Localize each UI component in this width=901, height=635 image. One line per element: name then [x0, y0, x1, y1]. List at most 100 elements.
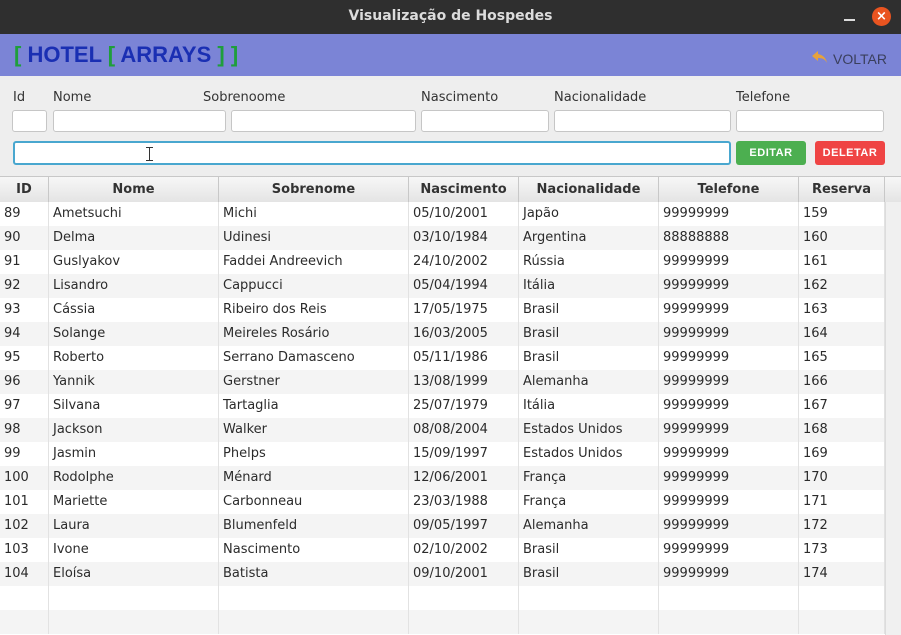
column-header-reserva[interactable]: Reserva [799, 177, 885, 202]
cell-nacionalidade: Brasil [519, 562, 659, 586]
cell-nacionalidade: Argentina [519, 226, 659, 250]
cell-sobrenome: Phelps [219, 442, 409, 466]
edit-button[interactable]: EDITAR [736, 141, 806, 165]
table-row[interactable]: 102 Laura Blumenfeld 09/05/1997 Alemanha 9999… [0, 514, 885, 538]
cell-nacionalidade: Brasil [519, 322, 659, 346]
cell-nascimento: 17/05/1975 [409, 298, 519, 322]
table-row[interactable]: 93 Cássia Ribeiro dos Reis 17/05/1975 Brasil… [0, 298, 885, 322]
table-row[interactable]: 90 Delma Udinesi 03/10/1984 Argentina 8888888… [0, 226, 885, 250]
column-header-id[interactable]: ID [0, 177, 49, 202]
cell-nome: Jasmin [49, 442, 219, 466]
cell-nacionalidade: Rússia [519, 250, 659, 274]
cell-id: 97 [0, 394, 49, 418]
table-row[interactable]: 91 Guslyakov Faddei Andreevich 24/10/2002 Rú… [0, 250, 885, 274]
table-row[interactable]: 89 Ametsuchi Michi 05/10/2001 Japão 99999999 1… [0, 202, 885, 226]
cell-sobrenome [219, 586, 409, 610]
cell-telefone: 99999999 [659, 442, 799, 466]
column-header-telefone[interactable]: Telefone [659, 177, 799, 202]
cell-id: 99 [0, 442, 49, 466]
cell-telefone: 99999999 [659, 202, 799, 226]
cell-id: 102 [0, 514, 49, 538]
search-input[interactable] [13, 141, 731, 165]
cell-nascimento: 09/05/1997 [409, 514, 519, 538]
logo-word-hotel: HOTEL [27, 42, 102, 67]
nacionalidade-label: Nacionalidade [554, 90, 647, 105]
table-row[interactable]: 94 Solange Meireles Rosário 16/03/2005 Brasi… [0, 322, 885, 346]
table-row[interactable]: 103 Ivone Nascimento 02/10/2002 Brasil 999999… [0, 538, 885, 562]
cell-nascimento: 25/07/1979 [409, 394, 519, 418]
cell-nacionalidade: Brasil [519, 346, 659, 370]
table-row[interactable]: 99 Jasmin Phelps 15/09/1997 Estados Unidos 99… [0, 442, 885, 466]
cell-nome: Laura [49, 514, 219, 538]
table-row[interactable]: 97 Silvana Tartaglia 25/07/1979 Itália 999999… [0, 394, 885, 418]
table-row[interactable]: 100 Rodolphe Ménard 12/06/2001 França 9999999… [0, 466, 885, 490]
id-field[interactable] [12, 110, 47, 132]
table-row[interactable]: 98 Jackson Walker 08/08/2004 Estados Unidos 9… [0, 418, 885, 442]
vertical-scrollbar[interactable] [885, 202, 901, 635]
logo-bracket: [ [107, 42, 116, 67]
cell-nacionalidade: Alemanha [519, 370, 659, 394]
cell-nacionalidade: Itália [519, 274, 659, 298]
cell-sobrenome: Tartaglia [219, 394, 409, 418]
table-header: ID Nome Sobrenome Nascimento Nacionalidade Te… [0, 177, 901, 203]
minimize-button[interactable] [844, 6, 856, 26]
column-header-nacionalidade[interactable]: Nacionalidade [519, 177, 659, 202]
cell-id: 89 [0, 202, 49, 226]
cell-telefone [659, 586, 799, 610]
app-header: [ HOTEL [ ARRAYS ] ] VOLTAR [0, 34, 901, 76]
cell-id: 90 [0, 226, 49, 250]
telefone-field[interactable] [736, 110, 884, 132]
delete-button[interactable]: DELETAR [815, 141, 885, 165]
cell-nome: Ametsuchi [49, 202, 219, 226]
cell-telefone: 99999999 [659, 274, 799, 298]
cell-reserva: 172 [799, 514, 885, 538]
cell-nascimento: 24/10/2002 [409, 250, 519, 274]
close-button[interactable]: × [872, 7, 891, 26]
cell-sobrenome: Michi [219, 202, 409, 226]
table-row[interactable]: 95 Roberto Serrano Damasceno 05/11/1986 Bras… [0, 346, 885, 370]
cell-telefone: 99999999 [659, 562, 799, 586]
cell-nascimento: 05/04/1994 [409, 274, 519, 298]
table-row[interactable]: 92 Lisandro Cappucci 05/04/1994 Itália 999999… [0, 274, 885, 298]
cell-nome: Mariette [49, 490, 219, 514]
logo-bracket-close: ] ] [217, 42, 239, 67]
cell-telefone: 99999999 [659, 418, 799, 442]
cell-nome [49, 610, 219, 634]
guests-table[interactable]: ID Nome Sobrenome Nascimento Nacionalidade Te… [0, 176, 901, 635]
cell-id: 91 [0, 250, 49, 274]
nome-field[interactable] [53, 110, 226, 132]
cell-telefone: 99999999 [659, 394, 799, 418]
cell-id: 104 [0, 562, 49, 586]
column-header-nome[interactable]: Nome [49, 177, 219, 202]
cell-nome: Eloísa [49, 562, 219, 586]
column-header-nascimento[interactable]: Nascimento [409, 177, 519, 202]
table-row[interactable]: 101 Mariette Carbonneau 23/03/1988 França 999… [0, 490, 885, 514]
table-row[interactable]: 104 Eloísa Batista 09/10/2001 Brasil 99999999… [0, 562, 885, 586]
nome-label: Nome [53, 90, 92, 105]
cell-nacionalidade: Estados Unidos [519, 418, 659, 442]
cell-telefone: 88888888 [659, 226, 799, 250]
nacionalidade-field[interactable] [554, 110, 731, 132]
cell-id [0, 610, 49, 634]
cell-reserva: 170 [799, 466, 885, 490]
column-header-sobrenome[interactable]: Sobrenome [219, 177, 409, 202]
cell-nome [49, 586, 219, 610]
sobrenome-label: Sobrenoome [203, 90, 286, 105]
logo-bracket: [ [14, 42, 22, 67]
nascimento-field[interactable] [421, 110, 549, 132]
cell-reserva: 169 [799, 442, 885, 466]
cell-telefone: 99999999 [659, 322, 799, 346]
cell-telefone: 99999999 [659, 538, 799, 562]
table-row[interactable] [0, 586, 885, 610]
cell-id: 103 [0, 538, 49, 562]
sobrenome-field[interactable] [231, 110, 416, 132]
cell-telefone: 99999999 [659, 346, 799, 370]
table-row[interactable]: 96 Yannik Gerstner 13/08/1999 Alemanha 999999… [0, 370, 885, 394]
guest-form: Id Nome Sobrenoome Nascimento Nacionalid… [0, 76, 901, 176]
cell-nome: Delma [49, 226, 219, 250]
cell-nascimento: 05/11/1986 [409, 346, 519, 370]
cell-telefone: 99999999 [659, 370, 799, 394]
cell-nome: Yannik [49, 370, 219, 394]
table-row[interactable] [0, 610, 885, 634]
cell-nome: Lisandro [49, 274, 219, 298]
